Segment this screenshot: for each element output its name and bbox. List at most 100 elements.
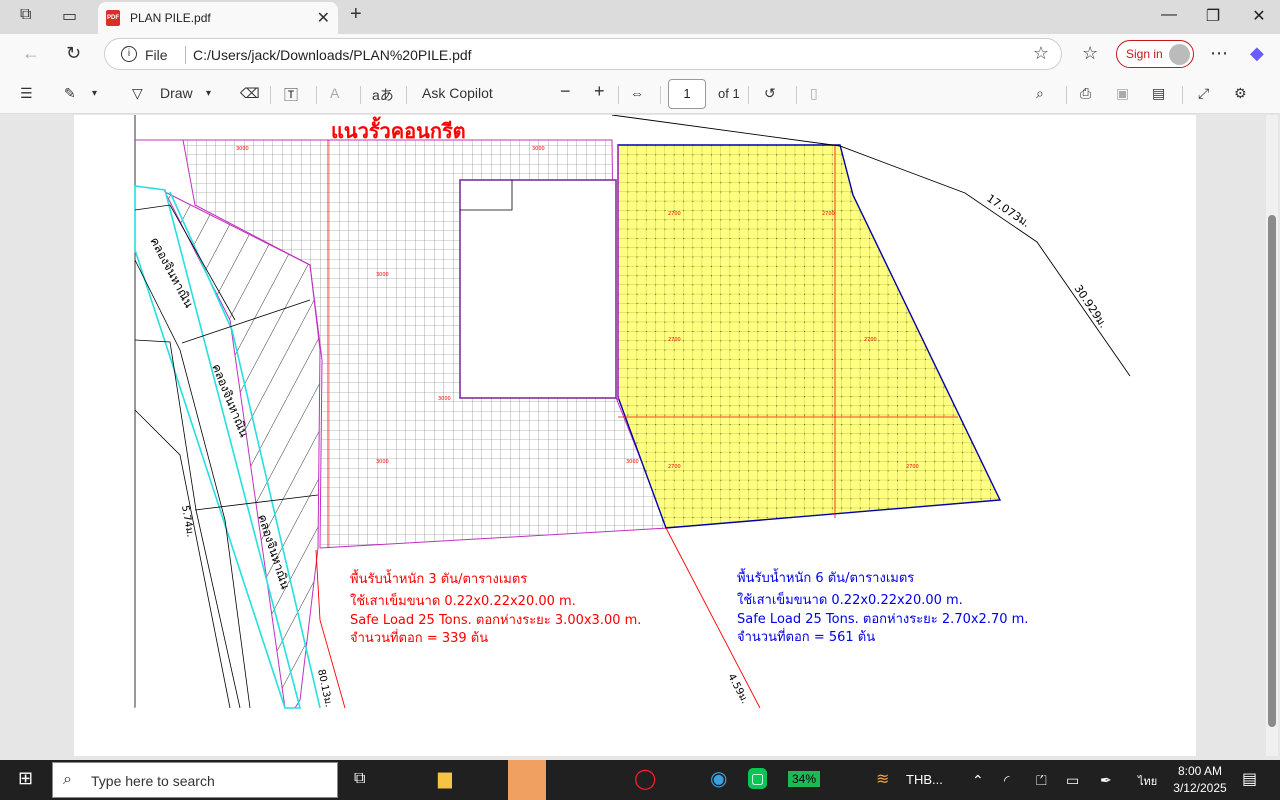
separator (796, 86, 797, 104)
red-note-line: พื้นรับน้ำหนัก 3 ตัน/ตารางเมตร (350, 569, 527, 587)
file-label: File (145, 47, 168, 63)
tab-actions-icon[interactable]: ▭ (62, 6, 77, 26)
draw-chevron-icon[interactable]: ▾ (206, 88, 211, 99)
sign-in-button[interactable]: Sign in (1116, 40, 1194, 68)
ask-copilot-button[interactable]: Ask Copilot (422, 85, 493, 101)
refresh-icon[interactable]: ↻ (66, 43, 81, 64)
text-format-icon: A (330, 85, 340, 101)
app-label[interactable]: THB... (906, 772, 943, 787)
separator (406, 86, 407, 104)
notifications-icon[interactable]: ▤ (1242, 769, 1257, 789)
copilot-icon[interactable]: ◆ (1250, 43, 1264, 64)
fit-width-icon[interactable]: ⇔ (630, 85, 644, 101)
clock[interactable]: 8:00 AM 3/12/2025 (1172, 763, 1228, 797)
edge-icon[interactable]: ◉ (710, 766, 727, 791)
dim-label: 2700 (668, 211, 681, 217)
blue-note-line: พื้นรับน้ำหนัก 6 ตัน/ตารางเมตร (737, 568, 914, 586)
pen-icon[interactable]: ✒ (1100, 772, 1112, 789)
dim-label: 3000 (626, 459, 639, 465)
address-bar: ← ↻ i File C:/Users/jack/Downloads/PLAN%… (0, 34, 1280, 74)
rotate-icon[interactable]: ↺ (764, 85, 776, 102)
highlight-icon[interactable]: ✎ (64, 85, 76, 102)
dim-label: 2700 (864, 337, 877, 343)
page-number-input[interactable]: 1 (668, 79, 706, 109)
separator (1182, 86, 1183, 104)
windows-start-icon[interactable]: ⊞ (18, 768, 33, 789)
draw-label[interactable]: Draw (160, 85, 193, 101)
text-box-icon[interactable]: 🅃 (284, 85, 298, 105)
read-aloud-icon[interactable]: aあ (372, 85, 394, 105)
contents-icon[interactable]: ☰ (20, 85, 33, 102)
dim-label: 2700 (668, 337, 681, 343)
save-icon: ▣ (1116, 85, 1130, 101)
fullscreen-icon[interactable]: ⤢ (1198, 85, 1209, 102)
task-view-icon[interactable]: ⧉ (354, 770, 365, 788)
separator (270, 86, 271, 104)
pdf-viewer[interactable]: 3000 3000 3000 3000 3000 3000 2700 2700 … (0, 115, 1280, 756)
dim-label: 2700 (906, 464, 919, 470)
save-as-icon[interactable]: ▤ (1152, 85, 1165, 102)
battery-icon[interactable]: ▭ (1066, 772, 1079, 789)
settings-gear-icon[interactable]: ⚙ (1234, 85, 1247, 102)
battery-widget[interactable]: 34% (788, 771, 821, 787)
separator (360, 86, 361, 104)
url-text[interactable]: C:/Users/jack/Downloads/PLAN%20PILE.pdf (193, 47, 472, 63)
zoom-in-icon[interactable]: + (594, 81, 605, 102)
opera-icon[interactable]: ◯ (634, 766, 656, 791)
stack-app-icon[interactable]: ≋ (876, 769, 889, 789)
dim-label: 3000 (376, 272, 389, 278)
zoom-out-icon[interactable]: − (560, 81, 571, 102)
app-tile[interactable] (508, 760, 546, 800)
tab-plan-pile[interactable]: PDF PLAN PILE.pdf ✕ (98, 2, 338, 34)
sign-in-label: Sign in (1126, 47, 1163, 61)
blue-note-line: จำนวนที่ตอก = 561 ต้น (737, 628, 875, 645)
tab-bar: ⧉ ▭ PDF PLAN PILE.pdf ✕ + — ❐ ✕ (0, 0, 1280, 34)
eraser-icon[interactable]: ⌫ (240, 85, 260, 102)
pile-plan-drawing: 3000 3000 3000 3000 3000 3000 2700 2700 … (134, 115, 1131, 709)
favorites-icon[interactable]: ☆ (1082, 43, 1098, 64)
page-view-icon: ▯ (810, 85, 818, 101)
language-indicator[interactable]: ไทย (1138, 772, 1157, 790)
scrollbar-thumb[interactable] (1268, 215, 1276, 727)
back-icon[interactable]: ← (22, 43, 40, 64)
dim-label: 2700 (822, 211, 835, 217)
taskbar-search[interactable]: ⌕ Type here to search (52, 762, 338, 798)
close-tab-icon[interactable]: ✕ (317, 8, 330, 28)
separator (660, 86, 661, 104)
highlight-chevron-icon[interactable]: ▾ (92, 88, 97, 99)
file-explorer-icon[interactable]: ▆ (438, 768, 452, 789)
drawing-header: แนวรั้วคอนกรีต (331, 116, 466, 143)
red-note-line: ใช้เสาเข็มขนาด 0.22x0.22x20.00 m. (350, 591, 576, 609)
separator (748, 86, 749, 104)
url-box[interactable]: i File C:/Users/jack/Downloads/PLAN%20PI… (104, 38, 1062, 70)
blue-note-line: Safe Load 25 Tons. ตอกห่างระยะ 2.70x2.70… (737, 612, 1028, 627)
dimension-label: 30.929ม. (1072, 282, 1110, 330)
edge-label: 5.74ม. (179, 505, 195, 538)
close-window-icon[interactable]: ✕ (1236, 6, 1280, 26)
page-total: of 1 (718, 86, 740, 101)
favorite-star-icon[interactable]: ☆ (1033, 43, 1049, 64)
info-icon[interactable]: i (121, 46, 137, 62)
dim-label: 3000 (236, 146, 249, 152)
minimize-icon[interactable]: — (1146, 6, 1192, 24)
show-hidden-icon[interactable]: ⌃ (972, 772, 984, 789)
vertical-scrollbar[interactable] (1266, 115, 1278, 756)
restore-icon[interactable]: ❐ (1190, 6, 1236, 26)
network-icon[interactable]: ⏍ (1036, 772, 1047, 789)
url-separator (185, 46, 186, 64)
taskbar: ⊞ ⌕ Type here to search ⧉ ▆ ◯ ◉ ▢ 34% ≋ … (0, 760, 1280, 800)
red-note-line: จำนวนที่ตอก = 339 ต้น (350, 629, 488, 646)
dim-label: 3000 (438, 396, 451, 402)
separator (1066, 86, 1067, 104)
print-icon[interactable]: ⎙ (1080, 85, 1091, 102)
dim-label: 3000 (532, 146, 545, 152)
wifi-icon[interactable]: ◜ (1004, 772, 1009, 789)
line-icon[interactable]: ▢ (748, 768, 768, 789)
workspaces-icon[interactable]: ⧉ (20, 6, 31, 24)
more-menu-icon[interactable]: ⋯ (1210, 43, 1228, 64)
pdf-toolbar: ☰ ✎ ▾ ▽ Draw ▾ ⌫ 🅃 A aあ Ask Copilot − + … (0, 74, 1280, 114)
draw-icon[interactable]: ▽ (132, 85, 143, 102)
blue-note-line: ใช้เสาเข็มขนาด 0.22x0.22x20.00 m. (737, 590, 963, 608)
search-icon[interactable]: ⌕ (1036, 85, 1044, 102)
new-tab-icon[interactable]: + (350, 3, 362, 26)
